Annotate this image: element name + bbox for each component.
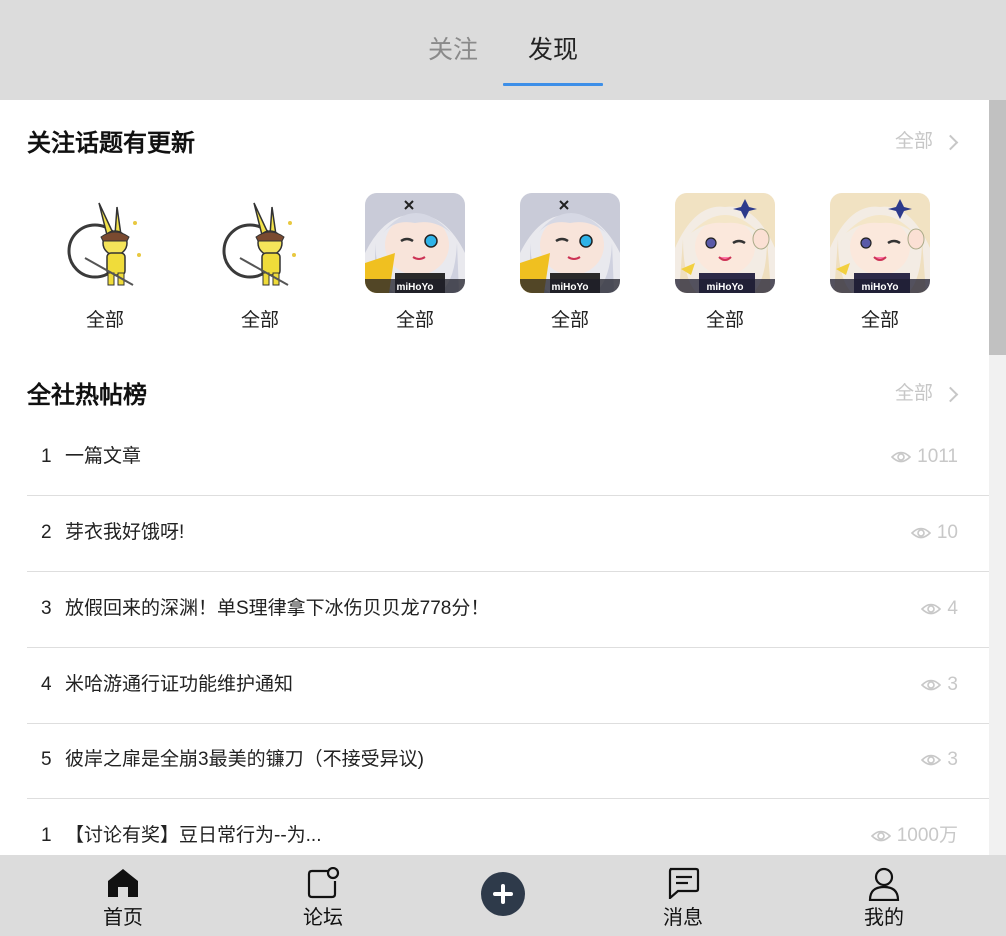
message-icon <box>668 867 700 899</box>
post-rank: 5 <box>41 749 52 770</box>
anime-girl-blonde-icon: miHoYo <box>675 193 775 293</box>
nav-messages[interactable]: 消息 <box>633 855 733 936</box>
scrollbar-thumb[interactable] <box>989 100 1006 355</box>
eye-icon <box>921 679 942 691</box>
eye-icon <box>921 754 942 766</box>
topic-label: 全部 <box>240 310 279 331</box>
topic-label: 全部 <box>550 310 589 331</box>
post-views: 1000万 <box>870 823 958 849</box>
view-count: 1011 <box>917 446 958 467</box>
nav-me-label: 我的 <box>864 907 904 929</box>
post-rank: 3 <box>41 598 52 619</box>
eye-icon <box>921 603 942 615</box>
topic-item[interactable]: miHoYo 全部 <box>675 193 775 338</box>
post-rank: 4 <box>41 674 52 695</box>
active-tab-indicator <box>503 83 603 86</box>
chevron-right-icon <box>942 386 959 402</box>
svg-text:miHoYo: miHoYo <box>396 282 433 293</box>
topic-item[interactable]: 全部 <box>210 193 310 338</box>
hot-post-row[interactable]: 5 彼岸之扉是全崩3最美的镰刀（不接受异议) 3 <box>27 723 989 799</box>
svg-text:miHoYo: miHoYo <box>551 282 588 293</box>
nav-messages-label: 消息 <box>663 907 703 929</box>
post-views: 4 <box>921 596 958 622</box>
topic-label: 全部 <box>85 310 124 331</box>
hot-posts-title: 全社热帖榜 <box>27 382 147 409</box>
hot-posts-see-all[interactable]: 全部 <box>894 378 959 410</box>
topic-item[interactable]: miHoYo 全部 <box>520 193 620 338</box>
post-views: 3 <box>921 747 958 773</box>
chevron-right-icon <box>942 134 959 150</box>
view-count: 1000万 <box>896 825 958 846</box>
top-tab-bar: 关注 发现 <box>0 0 1006 100</box>
post-views: 10 <box>910 520 958 546</box>
topic-item[interactable]: 全部 <box>55 193 155 338</box>
view-count: 10 <box>936 522 958 543</box>
topic-item[interactable]: miHoYo 全部 <box>830 193 930 338</box>
eye-icon <box>891 451 912 463</box>
post-title: 芽衣我好饿呀! <box>65 522 185 543</box>
tab-follow[interactable]: 关注 <box>428 30 478 70</box>
followed-topics-title: 关注话题有更新 <box>27 130 195 157</box>
anime-girl-white-hair-icon: miHoYo <box>365 193 465 293</box>
topic-label: 全部 <box>860 310 899 331</box>
post-rank: 1 <box>41 446 52 467</box>
home-icon <box>108 869 138 897</box>
create-post-button[interactable] <box>481 872 525 916</box>
bunny-character-icon <box>55 193 155 293</box>
topic-item[interactable]: miHoYo 全部 <box>365 193 465 338</box>
topic-label: 全部 <box>705 310 744 331</box>
tab-discover[interactable]: 发现 <box>528 30 578 70</box>
hot-post-row[interactable]: 3 放假回来的深渊！单S理律拿下冰伤贝贝龙778分！ 4 <box>27 572 989 648</box>
nav-home[interactable]: 首页 <box>73 855 173 936</box>
post-rank: 1 <box>41 825 52 846</box>
post-title: 彼岸之扉是全崩3最美的镰刀（不接受异议) <box>65 749 424 770</box>
hot-post-row[interactable]: 1 一篇文章 1011 <box>27 420 989 496</box>
post-rank: 2 <box>41 522 52 543</box>
topic-label: 全部 <box>395 310 434 331</box>
user-icon <box>868 867 900 901</box>
nav-home-label: 首页 <box>103 907 143 929</box>
hot-post-row[interactable]: 2 芽衣我好饿呀! 10 <box>27 496 989 572</box>
eye-icon <box>870 830 891 842</box>
nav-me[interactable]: 我的 <box>834 855 934 936</box>
eye-icon <box>910 527 931 539</box>
see-all-label: 全部 <box>894 131 933 152</box>
svg-text:miHoYo: miHoYo <box>861 282 898 293</box>
post-title: 米哈游通行证功能维护通知 <box>65 674 294 695</box>
see-all-label: 全部 <box>894 383 933 404</box>
post-title: 【讨论有奖】豆日常行为--为... <box>65 825 322 846</box>
view-count: 3 <box>947 749 958 770</box>
anime-girl-blonde-icon: miHoYo <box>830 193 930 293</box>
view-count: 4 <box>947 598 958 619</box>
bunny-character-icon <box>210 193 310 293</box>
nav-forum[interactable]: 论坛 <box>273 855 373 936</box>
forum-icon <box>307 867 340 899</box>
post-views: 1011 <box>891 444 958 470</box>
followed-topics-see-all[interactable]: 全部 <box>894 126 959 158</box>
view-count: 3 <box>947 674 958 695</box>
svg-text:miHoYo: miHoYo <box>706 282 743 293</box>
post-title: 放假回来的深渊！单S理律拿下冰伤贝贝龙778分！ <box>65 598 490 619</box>
post-title: 一篇文章 <box>65 446 142 467</box>
post-views: 3 <box>921 672 958 698</box>
nav-forum-label: 论坛 <box>303 907 343 929</box>
hot-post-row[interactable]: 4 米哈游通行证功能维护通知 3 <box>27 648 989 724</box>
anime-girl-white-hair-icon: miHoYo <box>520 193 620 293</box>
